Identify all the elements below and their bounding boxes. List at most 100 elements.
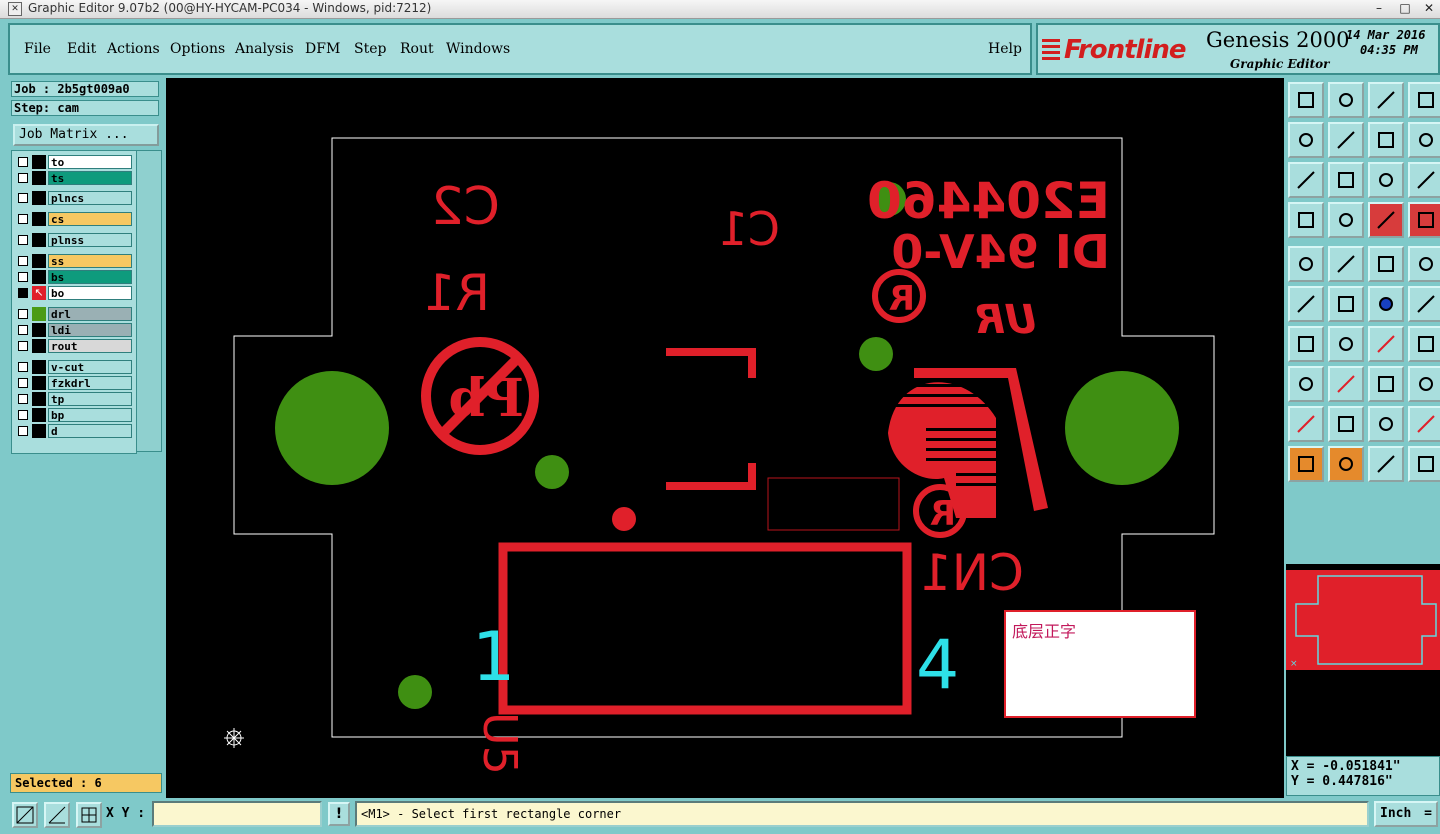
layer-name[interactable]: fzkdrl <box>48 376 132 390</box>
layer-color-swatch[interactable] <box>32 191 46 205</box>
layer-checkbox[interactable] <box>18 362 28 372</box>
layer-row-plnss[interactable]: plnss <box>16 233 132 247</box>
layer-name[interactable]: ts <box>48 171 132 185</box>
layer-color-swatch[interactable] <box>32 171 46 185</box>
mini-map[interactable]: × <box>1286 564 1440 778</box>
layer-name[interactable]: rout <box>48 339 132 353</box>
triangle-icon[interactable] <box>1328 406 1364 442</box>
add-line-icon[interactable] <box>1368 286 1404 322</box>
layer-checkbox[interactable] <box>18 157 28 167</box>
snap-settings-icon[interactable] <box>1288 202 1324 238</box>
menu-step[interactable]: Step <box>354 41 386 57</box>
layer-checkbox[interactable] <box>18 410 28 420</box>
fit-all-icon[interactable] <box>1288 162 1324 198</box>
draw-diagonal-icon[interactable] <box>1328 326 1364 362</box>
layer-color-swatch[interactable] <box>32 212 46 226</box>
zoom-out-icon[interactable] <box>1328 82 1364 118</box>
layer-name[interactable]: bs <box>48 270 132 284</box>
layer-name[interactable]: ss <box>48 254 132 268</box>
alert-button[interactable]: ! <box>328 802 350 826</box>
layer-color-swatch[interactable] <box>32 424 46 438</box>
menu-windows[interactable]: Windows <box>446 41 510 57</box>
redraw-icon[interactable] <box>1408 122 1440 158</box>
text-icon[interactable] <box>1408 326 1440 362</box>
close-button[interactable]: ✕ <box>1416 0 1440 17</box>
delete-node-icon[interactable] <box>1328 286 1364 322</box>
menu-edit[interactable]: Edit <box>67 41 96 57</box>
copy-icon[interactable] <box>1408 366 1440 402</box>
rotate-icon[interactable] <box>1408 406 1440 442</box>
select-arrow-icon[interactable] <box>1288 446 1324 482</box>
grid-button[interactable] <box>76 802 102 828</box>
menu-options[interactable]: Options <box>170 41 225 57</box>
units-selector[interactable]: Inch = <box>1374 801 1438 827</box>
menu-dfm[interactable]: DFM <box>305 41 340 57</box>
layer-name[interactable]: tp <box>48 392 132 406</box>
pan-left-icon[interactable] <box>1288 122 1324 158</box>
layer-row-ss[interactable]: ss <box>16 254 132 268</box>
layer-row-bs[interactable]: bs <box>16 270 132 284</box>
menu-analysis[interactable]: Analysis <box>235 41 294 57</box>
pointer-circle-icon[interactable] <box>1368 446 1404 482</box>
layer-name[interactable]: plnss <box>48 233 132 247</box>
layer-color-swatch[interactable] <box>32 254 46 268</box>
xy-input[interactable] <box>152 801 322 827</box>
undo-zoom-icon[interactable] <box>1368 122 1404 158</box>
layer-row-fzkdrl[interactable]: fzkdrl <box>16 376 132 390</box>
add-dot-icon[interactable] <box>1408 246 1440 282</box>
layer-checkbox[interactable] <box>18 272 28 282</box>
pad-to-pad-icon[interactable] <box>1288 366 1324 402</box>
resize-icon[interactable] <box>1368 366 1404 402</box>
layer-checkbox[interactable] <box>18 214 28 224</box>
route-icon[interactable] <box>1408 446 1440 482</box>
layer-row-bp[interactable]: bp <box>16 408 132 422</box>
layer-row-d[interactable]: d <box>16 424 132 438</box>
layer-row-rout[interactable]: rout <box>16 339 132 353</box>
arc-icon[interactable] <box>1368 326 1404 362</box>
menu-help[interactable]: Help <box>988 41 1022 57</box>
polygon-icon[interactable] <box>1288 406 1324 442</box>
layer-name[interactable]: ldi <box>48 323 132 337</box>
measure-button[interactable] <box>44 802 70 828</box>
fit-profile-icon[interactable] <box>1328 162 1364 198</box>
layer-color-swatch[interactable] <box>32 392 46 406</box>
layer-color-swatch[interactable] <box>32 270 46 284</box>
connect-nodes-icon[interactable] <box>1288 286 1324 322</box>
trim-icon[interactable] <box>1328 366 1364 402</box>
layer-checkbox[interactable] <box>18 288 28 298</box>
layer-checkbox[interactable] <box>18 256 28 266</box>
layer-name[interactable]: plncs <box>48 191 132 205</box>
layer-row-drl[interactable]: drl <box>16 307 132 321</box>
layer-color-swatch[interactable] <box>32 307 46 321</box>
layer-name[interactable]: drl <box>48 307 132 321</box>
layer-checkbox[interactable] <box>18 378 28 388</box>
layer-checkbox[interactable] <box>18 235 28 245</box>
maximize-button[interactable]: □ <box>1392 0 1418 17</box>
snap-button[interactable] <box>12 802 38 828</box>
layer-name[interactable]: cs <box>48 212 132 226</box>
layer-name[interactable]: d <box>48 424 132 438</box>
layer-row-tp[interactable]: tp <box>16 392 132 406</box>
layer-color-swatch[interactable] <box>32 408 46 422</box>
layer-checkbox[interactable] <box>18 309 28 319</box>
layer-color-swatch[interactable] <box>32 376 46 390</box>
zoom-1to1-icon[interactable] <box>1368 162 1404 198</box>
layer-color-swatch[interactable] <box>32 323 46 337</box>
layer-checkbox[interactable] <box>18 325 28 335</box>
layer-list-scrollbar[interactable] <box>136 150 162 452</box>
grid-icon[interactable] <box>1328 202 1364 238</box>
draw-line-icon[interactable] <box>1288 326 1324 362</box>
layer-color-swatch[interactable] <box>32 233 46 247</box>
layer-row-ldi[interactable]: ldi <box>16 323 132 337</box>
query-icon[interactable] <box>1408 162 1440 198</box>
pan-right-icon[interactable] <box>1328 122 1364 158</box>
layer-checkbox[interactable] <box>18 394 28 404</box>
layer-row-v-cut[interactable]: v-cut <box>16 360 132 374</box>
measure-ruler-icon[interactable] <box>1368 246 1404 282</box>
layer-name[interactable]: bo <box>48 286 132 300</box>
add-surface-icon[interactable] <box>1328 246 1364 282</box>
layer-checkbox[interactable] <box>18 341 28 351</box>
layer-color-swatch[interactable] <box>32 360 46 374</box>
graphic-canvas[interactable]: C2 C1 R1 E204460 DI 94V-0 U5 CN1 Pb R UR… <box>166 78 1284 798</box>
job-matrix-button[interactable]: Job Matrix ... <box>13 124 159 146</box>
